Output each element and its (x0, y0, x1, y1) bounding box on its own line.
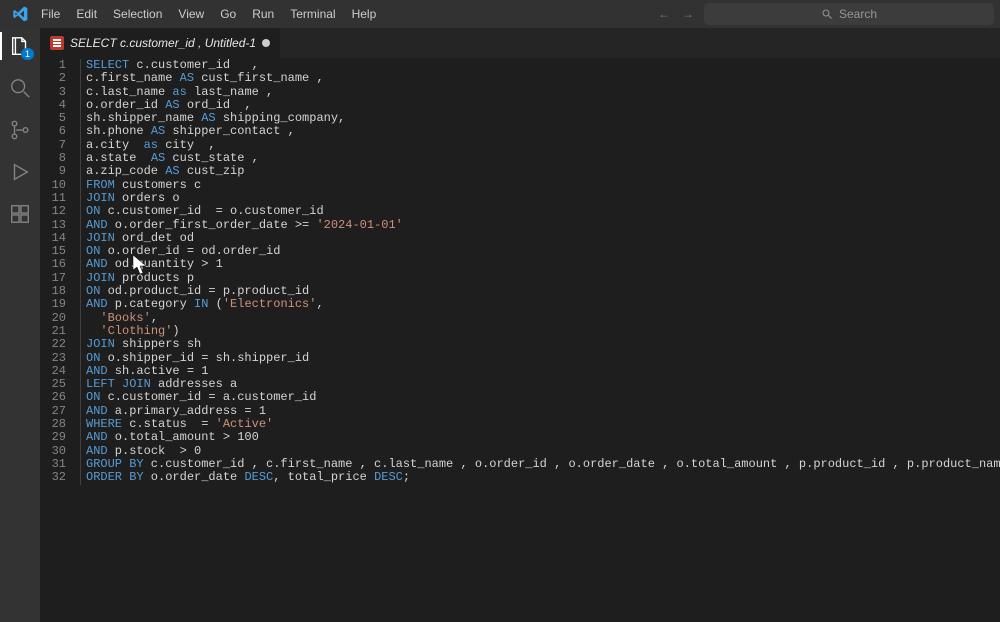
search-activity-icon[interactable] (8, 76, 32, 100)
code-line[interactable]: AND p.category IN ('Electronics', (80, 298, 1000, 311)
code-line[interactable]: 'Clothing') (80, 325, 1000, 338)
tab-title: SELECT c.customer_id , Untitled-1 (70, 36, 256, 50)
code-line[interactable]: JOIN products p (80, 272, 1000, 285)
code-editor[interactable]: 1234567891011121314151617181920212223242… (40, 58, 1000, 622)
code-line[interactable]: o.order_id AS ord_id , (80, 99, 1000, 112)
command-center-search[interactable]: Search (704, 3, 994, 25)
vscode-logo-icon (12, 6, 28, 22)
code-line[interactable]: c.first_name AS cust_first_name , (80, 72, 1000, 85)
code-line[interactable]: FROM customers c (80, 179, 1000, 192)
menu-edit[interactable]: Edit (69, 4, 104, 24)
code-line[interactable]: GROUP BY c.customer_id , c.first_name , … (80, 458, 1000, 471)
source-control-icon[interactable] (8, 118, 32, 142)
code-line[interactable]: ON o.shipper_id = sh.shipper_id (80, 352, 1000, 365)
menu-go[interactable]: Go (213, 4, 243, 24)
code-line[interactable]: AND sh.active = 1 (80, 365, 1000, 378)
run-debug-icon[interactable] (8, 160, 32, 184)
code-line[interactable]: a.zip_code AS cust_zip (80, 165, 1000, 178)
code-line[interactable]: sh.phone AS shipper_contact , (80, 125, 1000, 138)
title-bar: FileEditSelectionViewGoRunTerminalHelp ←… (0, 0, 1000, 28)
nav-arrows: ← → (658, 7, 694, 21)
explorer-icon[interactable]: 1 (8, 34, 32, 58)
nav-forward-icon[interactable]: → (682, 7, 694, 21)
code-line[interactable]: JOIN shippers sh (80, 338, 1000, 351)
menu-view[interactable]: View (171, 4, 211, 24)
code-line[interactable]: WHERE c.status = 'Active' (80, 418, 1000, 431)
dirty-indicator-icon (262, 39, 270, 47)
sql-file-icon (50, 36, 64, 50)
explorer-badge: 1 (21, 48, 34, 60)
line-number-gutter: 1234567891011121314151617181920212223242… (40, 58, 80, 622)
tab-bar: SELECT c.customer_id , Untitled-1 (40, 28, 1000, 58)
code-line[interactable]: JOIN ord_det od (80, 232, 1000, 245)
menu-help[interactable]: Help (345, 4, 384, 24)
menu-terminal[interactable]: Terminal (283, 4, 342, 24)
code-line[interactable]: JOIN orders o (80, 192, 1000, 205)
code-line[interactable]: c.last_name as last_name , (80, 86, 1000, 99)
code-line[interactable]: SELECT c.customer_id , (80, 59, 1000, 72)
nav-back-icon[interactable]: ← (658, 7, 670, 21)
code-line[interactable]: LEFT JOIN addresses a (80, 378, 1000, 391)
code-line[interactable]: a.city as city , (80, 139, 1000, 152)
code-line[interactable]: ORDER BY o.order_date DESC, total_price … (80, 471, 1000, 484)
extensions-icon[interactable] (8, 202, 32, 226)
code-line[interactable]: AND a.primary_address = 1 (80, 405, 1000, 418)
code-line[interactable]: AND p.stock > 0 (80, 445, 1000, 458)
editor-area: SELECT c.customer_id , Untitled-1 123456… (40, 28, 1000, 622)
code-line[interactable]: AND o.order_first_order_date >= '2024-01… (80, 219, 1000, 232)
code-line[interactable]: 'Books', (80, 312, 1000, 325)
code-line[interactable]: a.state AS cust_state , (80, 152, 1000, 165)
code-line[interactable]: sh.shipper_name AS shipping_company, (80, 112, 1000, 125)
code-line[interactable]: ON c.customer_id = a.customer_id (80, 391, 1000, 404)
activity-bar: 1 (0, 28, 40, 622)
code-line[interactable]: ON c.customer_id = o.customer_id (80, 205, 1000, 218)
menu-selection[interactable]: Selection (106, 4, 169, 24)
code-line[interactable]: AND o.total_amount > 100 (80, 431, 1000, 444)
search-placeholder: Search (839, 7, 877, 21)
code-line[interactable]: ON o.order_id = od.order_id (80, 245, 1000, 258)
editor-tab[interactable]: SELECT c.customer_id , Untitled-1 (40, 28, 281, 58)
menu-file[interactable]: File (34, 4, 67, 24)
menu-run[interactable]: Run (245, 4, 281, 24)
code-content[interactable]: SELECT c.customer_id ,c.first_name AS cu… (80, 58, 1000, 622)
search-icon (821, 8, 833, 20)
code-line[interactable]: ON od.product_id = p.product_id (80, 285, 1000, 298)
main-menu: FileEditSelectionViewGoRunTerminalHelp (34, 4, 383, 24)
code-line[interactable]: AND od.quantity > 1 (80, 258, 1000, 271)
